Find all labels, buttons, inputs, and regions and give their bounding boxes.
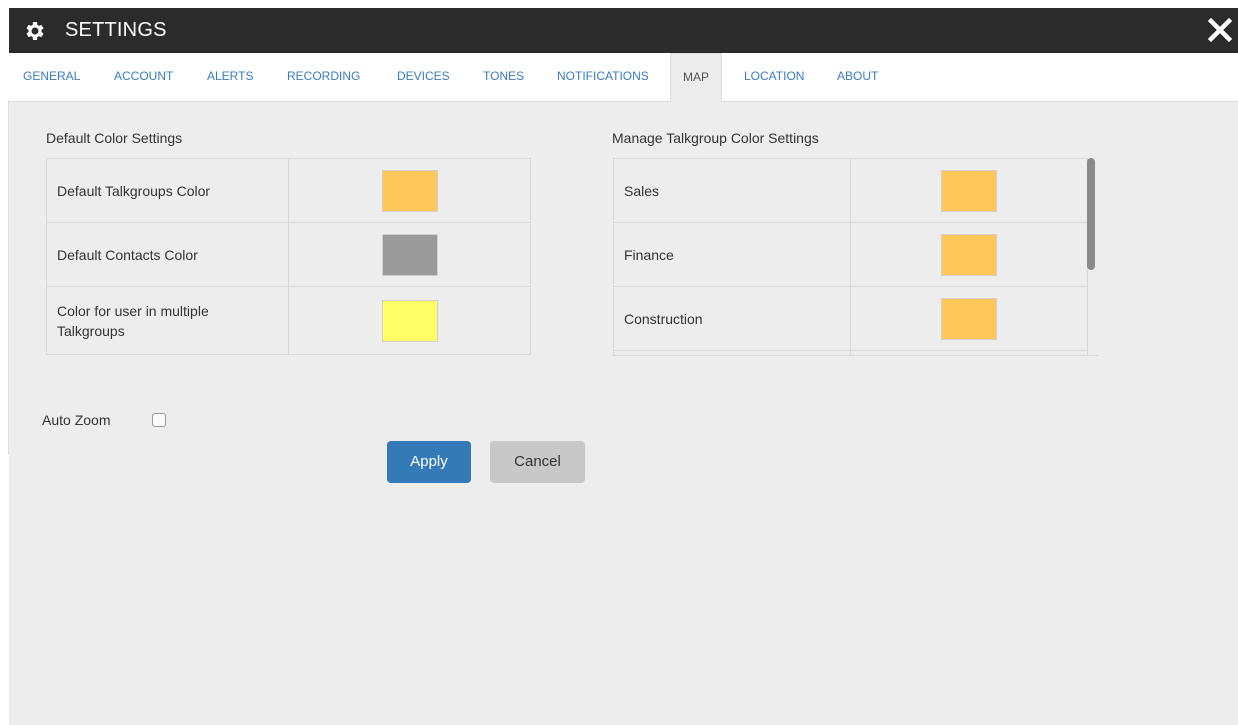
settings-titlebar: SETTINGS — [9, 8, 1238, 53]
talkgroup-finance-color-swatch[interactable] — [941, 233, 997, 276]
swatch-cell — [288, 158, 531, 223]
table-row: Finance — [613, 222, 1088, 287]
tab-tones[interactable]: TONES — [481, 53, 526, 102]
close-icon[interactable] — [1206, 16, 1234, 44]
default-color-table: Default Talkgroups Color Default Contact… — [46, 158, 531, 355]
talkgroup-sales-color-swatch[interactable] — [941, 169, 997, 212]
talkgroup-finance-label: Finance — [613, 222, 851, 287]
page-title: SETTINGS — [65, 19, 167, 41]
talkgroup-list-scrollbar[interactable] — [1087, 158, 1095, 270]
talkgroup-color-settings-title: Manage Talkgroup Color Settings — [612, 130, 819, 146]
talkgroup-sales-label: Sales — [613, 158, 851, 223]
default-talkgroups-color-swatch[interactable] — [381, 169, 438, 212]
default-talkgroups-color-label: Default Talkgroups Color — [46, 158, 289, 223]
table-row: Default Contacts Color — [46, 222, 531, 287]
tab-account[interactable]: ACCOUNT — [112, 53, 175, 102]
swatch-cell — [850, 222, 1088, 287]
talkgroup-color-list[interactable]: Sales Finance Construction — [613, 158, 1099, 356]
tab-general[interactable]: GENERAL — [21, 53, 82, 102]
swatch-cell — [288, 286, 531, 355]
swatch-cell — [850, 158, 1088, 223]
multiple-talkgroups-color-label: Color for user in multiple Talkgroups — [46, 286, 289, 355]
tab-map[interactable]: MAP — [670, 53, 723, 102]
auto-zoom-checkbox[interactable] — [152, 413, 166, 427]
swatch-cell — [288, 222, 531, 287]
tab-alerts[interactable]: ALERTS — [205, 53, 255, 102]
talkgroup-color-table: Sales Finance Construction — [613, 158, 1088, 355]
apply-button[interactable]: Apply — [387, 441, 471, 483]
talkgroup-construction-label: Construction — [613, 286, 851, 351]
multiple-talkgroups-color-swatch[interactable] — [381, 299, 438, 342]
default-contacts-color-swatch[interactable] — [381, 233, 438, 276]
swatch-cell — [850, 350, 1088, 355]
tab-notifications[interactable]: NOTIFICATIONS — [555, 53, 651, 102]
table-row: Construction — [613, 286, 1088, 351]
tab-recording[interactable]: RECORDING — [285, 53, 362, 102]
map-settings-panel: Default Color Settings Default Talkgroup… — [9, 102, 1238, 725]
cancel-button[interactable]: Cancel — [490, 441, 585, 483]
table-row — [613, 350, 1088, 355]
talkgroup-empty-label — [613, 350, 851, 355]
table-row: Color for user in multiple Talkgroups — [46, 286, 531, 355]
table-row: Default Talkgroups Color — [46, 158, 531, 223]
table-row: Sales — [613, 158, 1088, 223]
default-contacts-color-label: Default Contacts Color — [46, 222, 289, 287]
default-color-settings-title: Default Color Settings — [46, 130, 183, 146]
tab-about[interactable]: ABOUT — [835, 53, 880, 102]
settings-tabs: GENERAL ACCOUNT ALERTS RECORDING DEVICES… — [9, 53, 1238, 102]
auto-zoom-label: Auto Zoom — [42, 412, 111, 428]
talkgroup-construction-color-swatch[interactable] — [941, 297, 997, 340]
swatch-cell — [850, 286, 1088, 351]
tab-location[interactable]: LOCATION — [742, 53, 806, 102]
background-window-edge — [0, 100, 9, 455]
gear-icon — [26, 22, 44, 40]
tab-devices[interactable]: DEVICES — [395, 53, 452, 102]
